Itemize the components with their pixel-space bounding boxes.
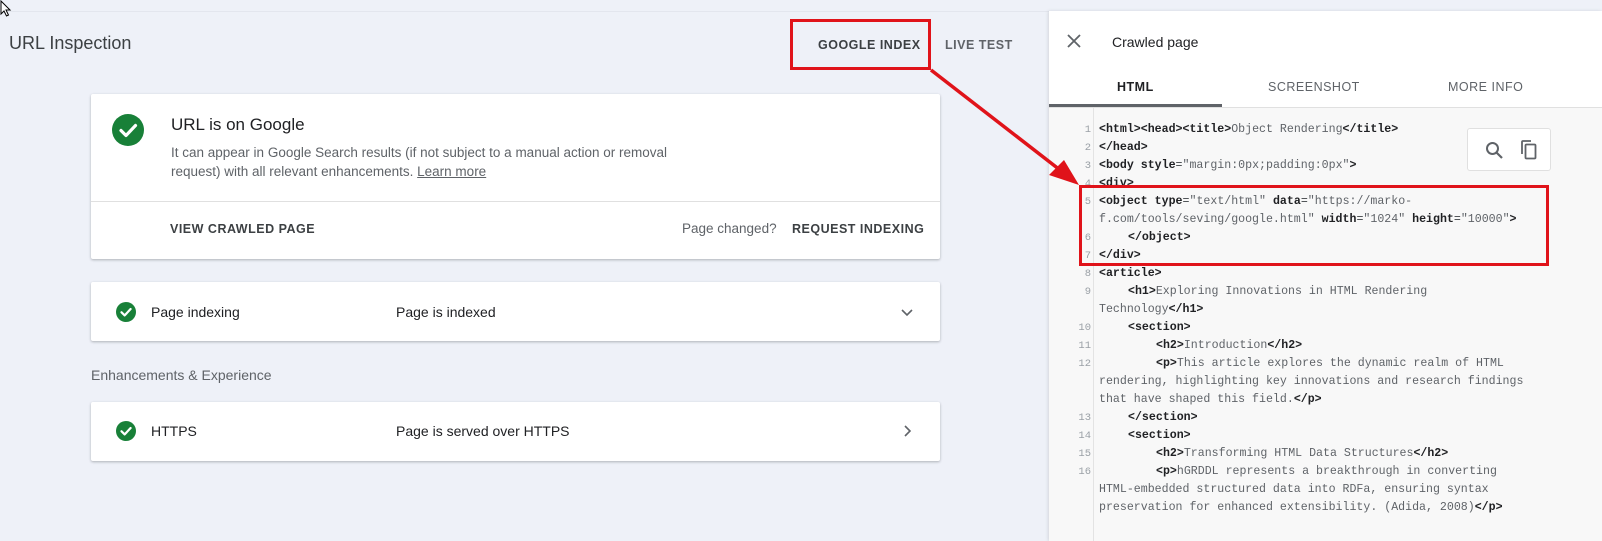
code-toolbox xyxy=(1467,128,1551,171)
code-line: 8 <article> xyxy=(1084,267,1162,280)
https-value: Page is served over HTTPS xyxy=(396,423,570,439)
tab-screenshot[interactable]: SCREENSHOT xyxy=(1268,80,1360,94)
panel-title: Crawled page xyxy=(1112,34,1199,50)
mouse-cursor-icon xyxy=(0,0,12,17)
code-line: 13 </section> xyxy=(1078,411,1198,424)
tab-more-info[interactable]: MORE INFO xyxy=(1448,80,1523,94)
request-indexing-button[interactable]: REQUEST INDEXING xyxy=(792,222,924,236)
page-title: URL Inspection xyxy=(9,33,132,53)
code-line: 9 <h1>Exploring Innovations in HTML Rende… xyxy=(1084,285,1428,298)
view-crawled-page-button[interactable]: VIEW CRAWLED PAGE xyxy=(170,222,315,236)
code-line-wrap: HTML-embedded structured data into RDFa,… xyxy=(1099,483,1489,496)
enhancements-section-label: Enhancements & Experience xyxy=(91,367,272,383)
tab-html[interactable]: HTML xyxy=(1117,80,1154,94)
url-status-card: URL is on Google It can appear in Google… xyxy=(91,94,940,259)
status-description: It can appear in Google Search results (… xyxy=(171,143,711,181)
search-icon[interactable] xyxy=(1485,141,1504,160)
code-line-wrap: Technology</h1> xyxy=(1099,303,1204,316)
code-line: 16 <p>hGRDDL represents a breakthrough in… xyxy=(1078,465,1497,478)
code-line: 12 <p>This article explores the dynamic r… xyxy=(1078,357,1504,370)
html-code-viewer[interactable]: 1 <html><head><title>Object Rendering</ti… xyxy=(1049,108,1602,541)
card-divider xyxy=(91,201,940,202)
chevron-down-icon[interactable] xyxy=(899,304,915,320)
code-line: 11 <h2>Introduction</h2> xyxy=(1078,339,1303,352)
crawled-page-panel: Crawled page HTML SCREENSHOT MORE INFO 1… xyxy=(1049,11,1602,541)
page-indexing-label: Page indexing xyxy=(151,304,240,320)
code-line-wrap: preservation for enhanced extensibility.… xyxy=(1099,501,1503,514)
code-line-wrap: rendering, highlighting key innovations … xyxy=(1099,375,1524,388)
page-indexing-value: Page is indexed xyxy=(396,304,496,320)
copy-icon[interactable] xyxy=(1518,139,1538,161)
code-line: 14 <section> xyxy=(1078,429,1191,442)
code-lines: 1 <html><head><title>Object Rendering</ti… xyxy=(1049,121,1602,517)
annotation-box-object-tag xyxy=(1079,185,1549,266)
page-changed-label: Page changed? xyxy=(682,221,777,236)
close-icon[interactable] xyxy=(1066,33,1082,49)
top-divider xyxy=(0,11,1070,12)
page-indexing-row[interactable]: Page indexing Page is indexed xyxy=(91,282,940,341)
https-label: HTTPS xyxy=(151,423,197,439)
annotation-box-google-index xyxy=(790,19,931,70)
code-line: 10 <section> xyxy=(1078,321,1191,334)
check-circle-icon xyxy=(116,421,136,441)
https-row[interactable]: HTTPS Page is served over HTTPS xyxy=(91,402,940,461)
tab-live-test[interactable]: LIVE TEST xyxy=(945,38,1013,52)
code-line: 15 <h2>Transforming HTML Data Structures<… xyxy=(1078,447,1449,460)
learn-more-link[interactable]: Learn more xyxy=(417,164,486,179)
code-line-wrap: that have shaped this field.</p> xyxy=(1099,393,1322,406)
check-circle-icon xyxy=(112,114,144,146)
status-title: URL is on Google xyxy=(171,115,305,134)
check-circle-icon xyxy=(116,302,136,322)
chevron-right-icon[interactable] xyxy=(899,423,915,439)
